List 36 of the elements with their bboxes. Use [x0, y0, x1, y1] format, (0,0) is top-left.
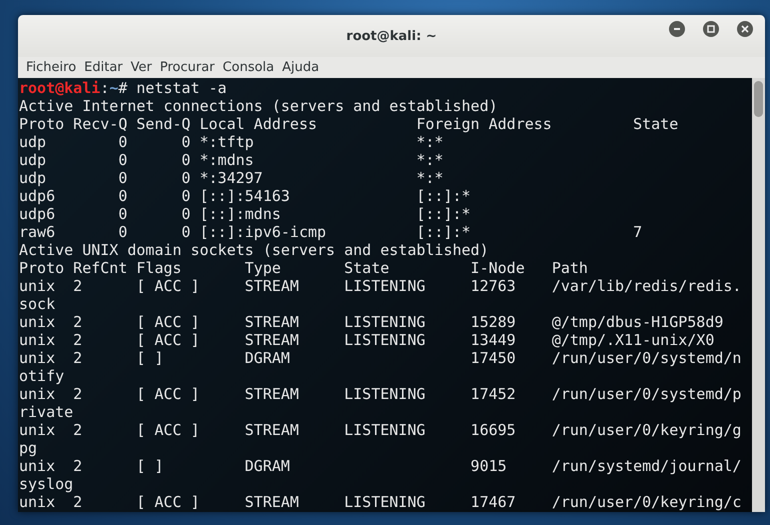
menu-item[interactable]: Consola [220, 60, 280, 75]
output-line: unix 2 [ ACC ] STREAM LISTENING 16695 /run/user/0/keyring/g [19, 421, 742, 439]
minimize-icon[interactable] [669, 21, 685, 37]
close-icon[interactable] [737, 21, 753, 37]
output-line: unix 2 [ ] DGRAM 9015 /run/systemd/journal/ [19, 457, 742, 475]
output-line: Active UNIX domain sockets (servers and established) [19, 241, 489, 259]
output-line: unix 2 [ ACC ] STREAM LISTENING 13449 @/tmp/.X11-unix/X0 [19, 331, 714, 349]
output-line: udp6 0 0 [::]:54163 [::]:* [19, 187, 471, 205]
output-line: udp 0 0 *:mdns *:* [19, 151, 444, 169]
output-line: unix 2 [ ACC ] STREAM LISTENING 12763 /var/lib/redis/redis. [19, 277, 742, 295]
output-line: unix 2 [ ] DGRAM 17450 /run/user/0/systemd/n [19, 349, 742, 367]
output-line: pg [19, 439, 38, 457]
output-line: Proto Recv-Q Send-Q Local Address Foreign Address State [19, 115, 678, 133]
output-line: udp6 0 0 [::]:mdns [::]:* [19, 205, 471, 223]
prompt-line: root@kali:~# netstat -a [19, 79, 227, 97]
output-line: raw6 0 0 [::]:ipv6-icmp [::]:* 7 [19, 223, 642, 241]
menu-item[interactable]: Procurar [158, 60, 221, 75]
output-line: unix 2 [ ACC ] STREAM LISTENING 15289 @/tmp/dbus-H1GP58d9 [19, 313, 724, 331]
output-line: syslog [19, 475, 74, 493]
output-line: rivate [19, 403, 74, 421]
maximize-icon[interactable] [703, 21, 719, 37]
output-line: otify [19, 367, 64, 385]
menu-item[interactable]: Ajuda [280, 60, 326, 75]
output-line: sock [19, 295, 56, 313]
output-line: udp 0 0 *:tftp *:* [19, 133, 444, 151]
window-title: root@kali: ~ [346, 28, 437, 44]
menu-item[interactable]: Ficheiro [24, 60, 82, 75]
scrollbar[interactable] [752, 78, 765, 512]
menu-item[interactable]: Editar [82, 60, 129, 75]
scroll-thumb[interactable] [754, 81, 763, 117]
output-line: unix 2 [ ACC ] STREAM LISTENING 17467 /run/user/0/keyring/c [19, 493, 742, 511]
output-line: Active Internet connections (servers and established) [19, 97, 498, 115]
output-line: udp 0 0 *:34297 *:* [19, 169, 444, 187]
menu-item[interactable]: Ver [128, 60, 158, 75]
output-line: Proto RefCnt Flags Type State I-Node Path [19, 259, 588, 277]
output-line: unix 2 [ ACC ] STREAM LISTENING 17452 /run/user/0/systemd/p [19, 385, 742, 403]
